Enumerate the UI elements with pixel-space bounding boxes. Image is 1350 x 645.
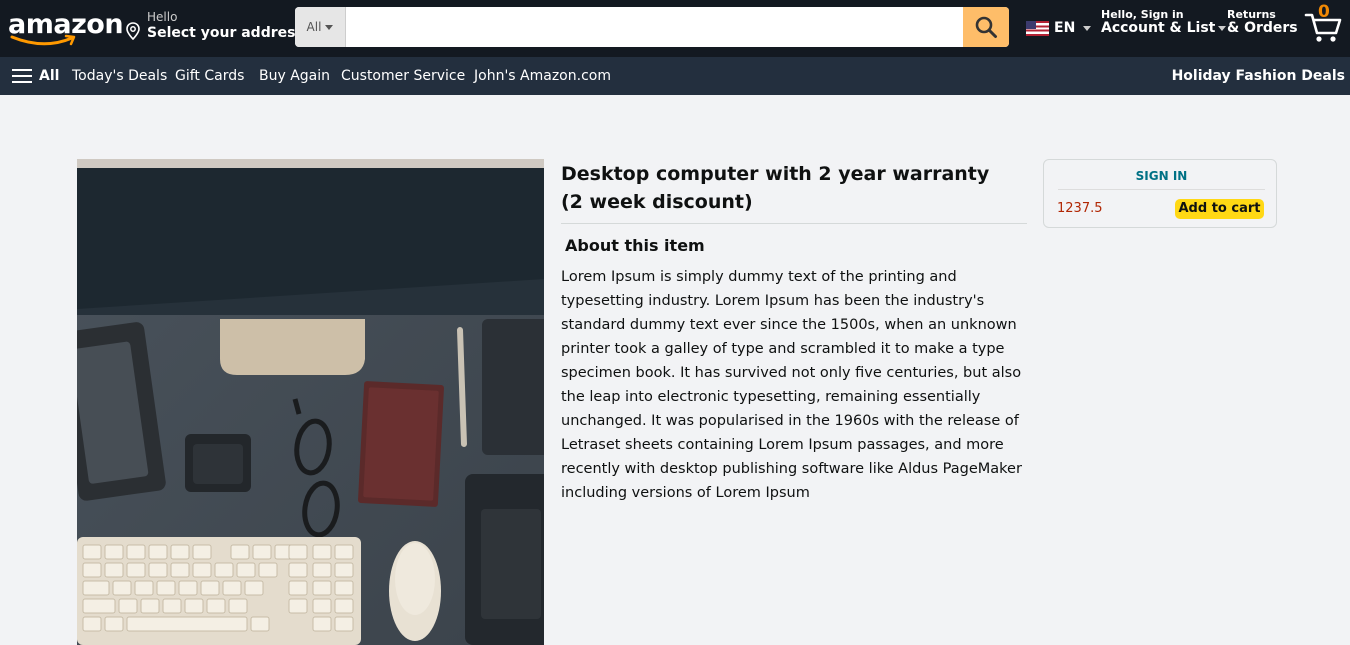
account-label: Account & List (1101, 20, 1216, 36)
about-heading: About this item (565, 236, 705, 255)
address-label: Select your address (147, 25, 304, 41)
search-bar: All (295, 7, 1009, 47)
search-category-label: All (306, 20, 322, 34)
nav-link-todays-deals[interactable]: Today's Deals (72, 68, 167, 84)
language-label: EN (1054, 20, 1076, 36)
returns-orders-link[interactable]: Returns & Orders (1227, 8, 1298, 36)
buy-box: SIGN IN 1237.5 Add to cart (1043, 159, 1277, 228)
all-menu-button[interactable]: All (12, 68, 59, 84)
us-flag-icon (1026, 20, 1049, 36)
search-button[interactable] (963, 7, 1009, 47)
title-divider (561, 223, 1027, 224)
product-image[interactable] (77, 159, 544, 645)
top-navbar: amazon Hello Select your address All EN (0, 0, 1350, 57)
cart-button[interactable]: 0 (1304, 2, 1344, 44)
nav-link-gift-cards[interactable]: Gift Cards (175, 68, 244, 84)
chevron-down-icon (1218, 25, 1227, 31)
nav-link-customer-service[interactable]: Customer Service (341, 68, 465, 84)
logo-smile-icon (10, 34, 76, 46)
secondary-navbar: All Today's Deals Gift Cards Buy Again C… (0, 57, 1350, 95)
add-to-cart-button[interactable]: Add to cart (1175, 199, 1264, 219)
account-label-row: Account & List (1101, 20, 1227, 36)
product-title: Desktop computer with 2 year warranty (2… (561, 163, 990, 213)
nav-link-buy-again[interactable]: Buy Again (259, 68, 330, 84)
chevron-down-icon (1083, 25, 1092, 31)
holiday-deals-link[interactable]: Holiday Fashion Deals (1172, 68, 1345, 84)
search-icon (975, 16, 997, 38)
search-input[interactable] (346, 7, 963, 47)
location-pin-icon (126, 22, 140, 40)
all-menu-label: All (39, 68, 60, 84)
nav-link-johns-amazon[interactable]: John's Amazon.com (474, 68, 611, 84)
sign-in-link[interactable]: SIGN IN (1058, 169, 1265, 190)
desk-photo-illustration (77, 159, 544, 645)
cart-icon (1304, 13, 1342, 42)
chevron-down-icon (325, 24, 334, 30)
search-category-select[interactable]: All (295, 7, 346, 47)
hamburger-icon (12, 69, 32, 83)
amazon-logo[interactable]: amazon (8, 8, 124, 48)
product-price: 1237.5 (1057, 201, 1103, 216)
product-description: Lorem Ipsum is simply dummy text of the … (561, 269, 1022, 501)
address-greeting: Hello (147, 10, 178, 24)
orders-line2: & Orders (1227, 20, 1298, 36)
language-selector[interactable]: EN (1026, 18, 1092, 38)
account-menu[interactable]: Hello, Sign in Account & List (1101, 8, 1227, 36)
